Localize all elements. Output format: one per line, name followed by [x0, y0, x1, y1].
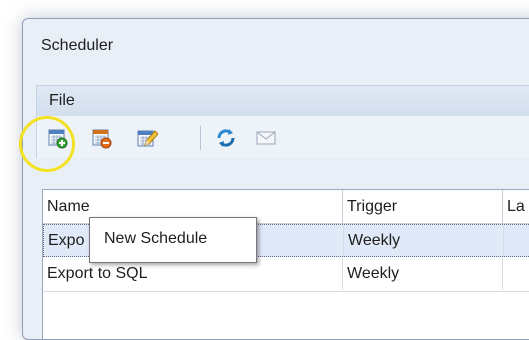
email-button[interactable]: [255, 127, 277, 149]
schedule-table: Name Trigger La Expo Weekly Export to SQ…: [42, 189, 529, 339]
edit-schedule-button[interactable]: [136, 127, 158, 149]
window-title: Scheduler: [41, 37, 114, 54]
row-last-cell: [503, 258, 529, 290]
menu-file[interactable]: File: [49, 92, 75, 110]
column-header-last[interactable]: La: [503, 190, 529, 223]
new-schedule-highlight-circle: [19, 116, 75, 172]
table-row[interactable]: Export to SQL Weekly: [43, 258, 529, 292]
row-trigger-cell: Weekly: [343, 258, 503, 290]
delete-schedule-button[interactable]: [91, 127, 113, 149]
calendar-edit-icon: [137, 130, 158, 147]
menu-bar: File: [36, 85, 529, 117]
refresh-icon: [217, 129, 235, 147]
toolbar: [36, 116, 529, 158]
envelope-icon: [256, 131, 276, 145]
scheduler-window: Scheduler File Name Trigger La Expo Week…: [22, 18, 529, 340]
column-header-trigger[interactable]: Trigger: [343, 190, 503, 223]
tooltip: New Schedule: [89, 217, 257, 263]
tooltip-text: New Schedule: [104, 230, 208, 247]
row-trigger-cell: Weekly: [344, 225, 504, 257]
calendar-remove-icon: [92, 129, 112, 149]
refresh-button[interactable]: [215, 127, 237, 149]
row-last-cell: [504, 225, 529, 257]
toolbar-separator: [200, 126, 201, 150]
title-bar: Scheduler: [23, 19, 529, 75]
